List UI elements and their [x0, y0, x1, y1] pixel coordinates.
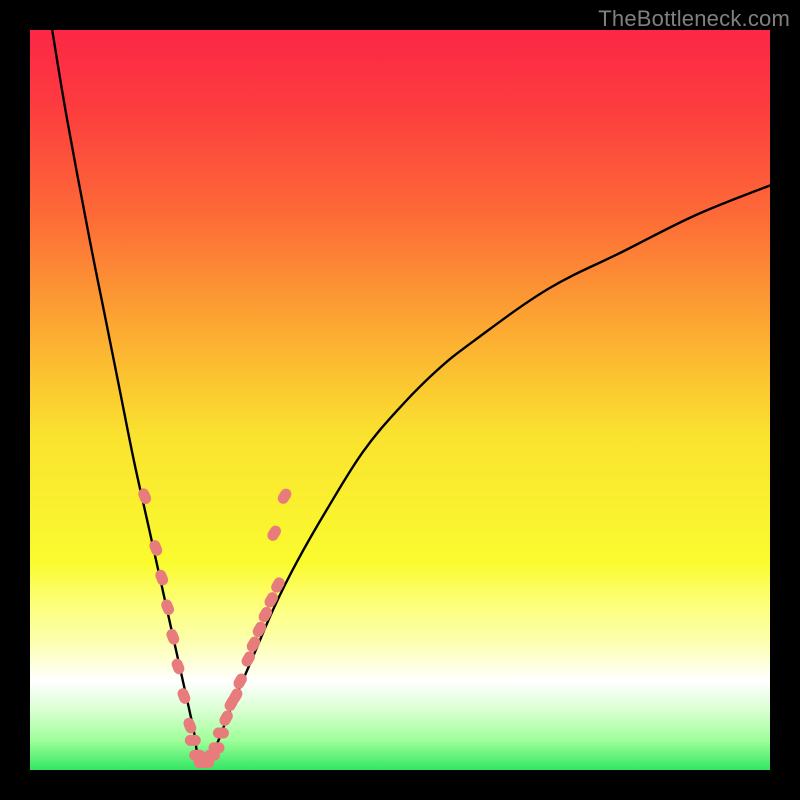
data-marker — [276, 487, 294, 506]
watermark-label: TheBottleneck.com — [598, 6, 790, 32]
plot-area — [30, 30, 770, 770]
data-marker — [213, 728, 229, 739]
data-marker — [269, 575, 287, 594]
data-marker — [217, 709, 235, 728]
chart-frame: TheBottleneck.com — [0, 0, 800, 800]
data-marker — [245, 635, 263, 654]
data-marker — [170, 657, 186, 676]
data-marker — [251, 620, 269, 639]
data-marker — [182, 716, 198, 735]
data-marker — [176, 687, 192, 706]
data-marker — [160, 598, 176, 617]
bottleneck-curve — [52, 30, 770, 764]
data-marker — [262, 590, 280, 609]
data-marker — [208, 742, 224, 753]
marker-layer — [137, 487, 294, 769]
data-marker — [185, 735, 201, 746]
data-marker — [165, 627, 181, 646]
data-marker — [154, 568, 170, 587]
data-marker — [257, 605, 275, 624]
data-marker — [265, 524, 283, 543]
data-marker — [148, 539, 164, 558]
chart-svg — [30, 30, 770, 770]
